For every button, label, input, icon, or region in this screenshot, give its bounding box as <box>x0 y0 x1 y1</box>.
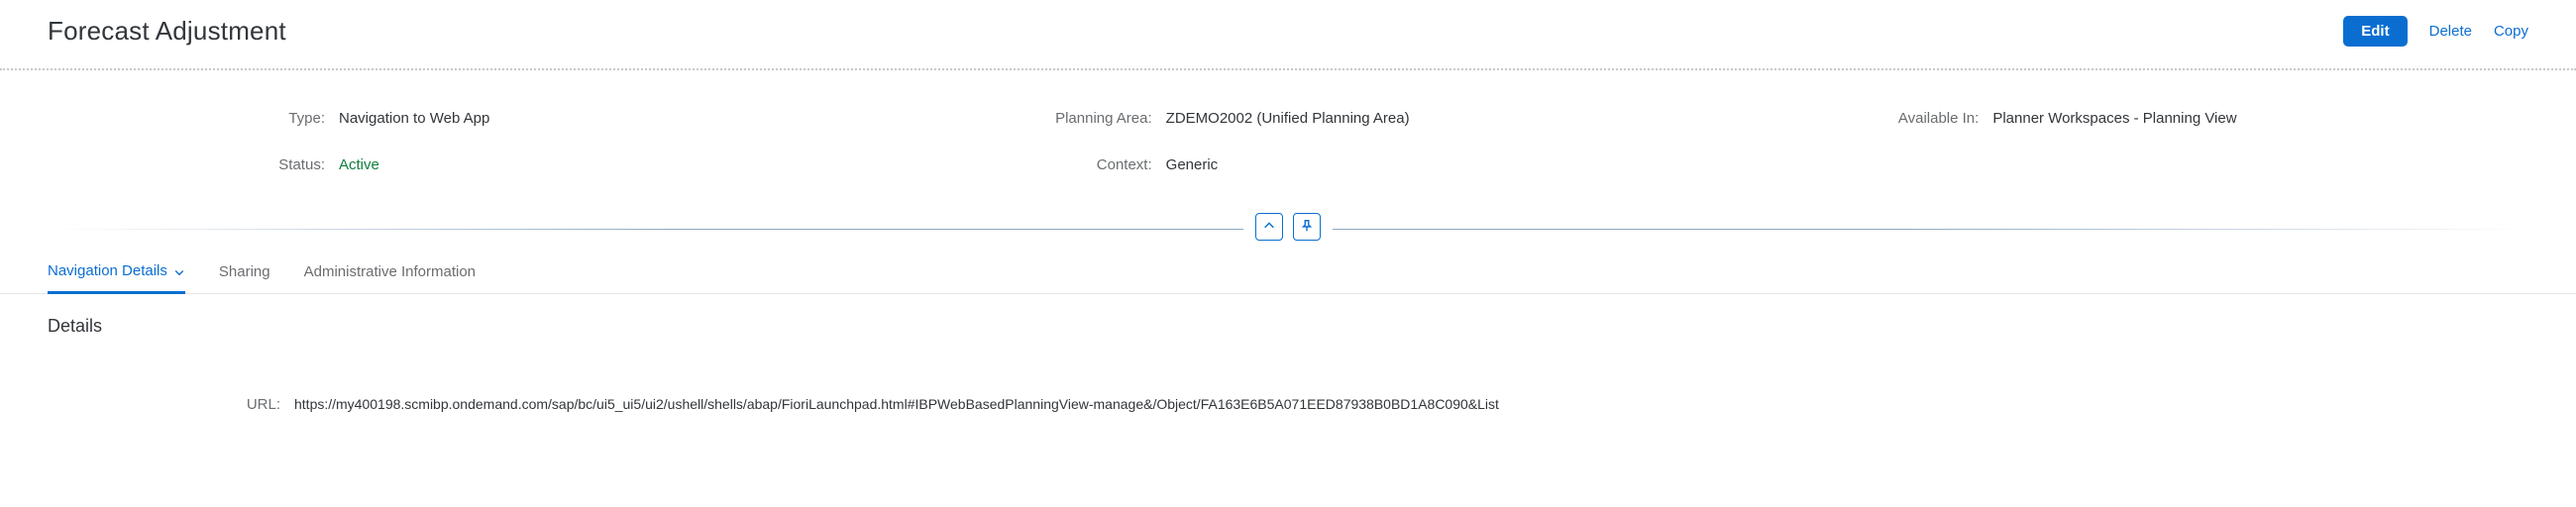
fact-label: Type: <box>48 110 339 127</box>
chevron-up-icon <box>1262 219 1276 236</box>
fact-value: ZDEMO2002 (Unified Planning Area) <box>1166 110 1410 127</box>
fact-value: Planner Workspaces - Planning View <box>1992 110 2236 127</box>
fact-planning-area: Planning Area: ZDEMO2002 (Unified Planni… <box>875 110 1702 127</box>
tab-label: Administrative Information <box>304 263 476 280</box>
tab-administrative-information[interactable]: Administrative Information <box>304 254 476 292</box>
header-facts: Type: Navigation to Web App Status: Acti… <box>0 70 2576 213</box>
fact-label: Available In: <box>1701 110 1992 127</box>
header-actions: Edit Delete Copy <box>2343 16 2528 47</box>
fact-column-1: Type: Navigation to Web App Status: Acti… <box>48 110 875 173</box>
tab-label: Sharing <box>219 263 270 280</box>
page-title: Forecast Adjustment <box>48 16 286 47</box>
section-title-details: Details <box>48 316 2528 337</box>
fact-value: Generic <box>1166 156 1219 173</box>
tab-navigation-details[interactable]: Navigation Details <box>48 253 185 294</box>
page-root: Forecast Adjustment Edit Delete Copy Typ… <box>0 0 2576 507</box>
tab-label: Navigation Details <box>48 262 167 279</box>
pin-icon <box>1300 219 1314 236</box>
section-navigation-details: Details URL: https://my400198.scmibp.ond… <box>0 294 2576 413</box>
anchor-buttons <box>1243 213 1333 241</box>
header-anchor-bar <box>48 213 2528 245</box>
delete-button[interactable]: Delete <box>2429 23 2472 40</box>
fact-available-in: Available In: Planner Workspaces - Plann… <box>1701 110 2528 127</box>
fact-column-2: Planning Area: ZDEMO2002 (Unified Planni… <box>875 110 1702 173</box>
object-header: Forecast Adjustment Edit Delete Copy <box>0 0 2576 68</box>
fact-status: Status: Active <box>48 156 875 173</box>
fact-label: Planning Area: <box>875 110 1166 127</box>
detail-url: URL: https://my400198.scmibp.ondemand.co… <box>48 396 2528 413</box>
fact-value-status: Active <box>339 156 379 173</box>
fact-context: Context: Generic <box>875 156 1702 173</box>
detail-label: URL: <box>48 396 294 413</box>
fact-label: Status: <box>48 156 339 173</box>
fact-value: Navigation to Web App <box>339 110 489 127</box>
pin-header-button[interactable] <box>1293 213 1321 241</box>
copy-button[interactable]: Copy <box>2494 23 2528 40</box>
fact-column-3: Available In: Planner Workspaces - Plann… <box>1701 110 2528 173</box>
icon-tab-bar: Navigation Details Sharing Administrativ… <box>0 253 2576 294</box>
chevron-down-icon <box>173 265 185 277</box>
tab-sharing[interactable]: Sharing <box>219 254 270 292</box>
edit-button[interactable]: Edit <box>2343 16 2407 47</box>
detail-value-url: https://my400198.scmibp.ondemand.com/sap… <box>294 396 1499 412</box>
fact-type: Type: Navigation to Web App <box>48 110 875 127</box>
fact-label: Context: <box>875 156 1166 173</box>
collapse-header-button[interactable] <box>1255 213 1283 241</box>
